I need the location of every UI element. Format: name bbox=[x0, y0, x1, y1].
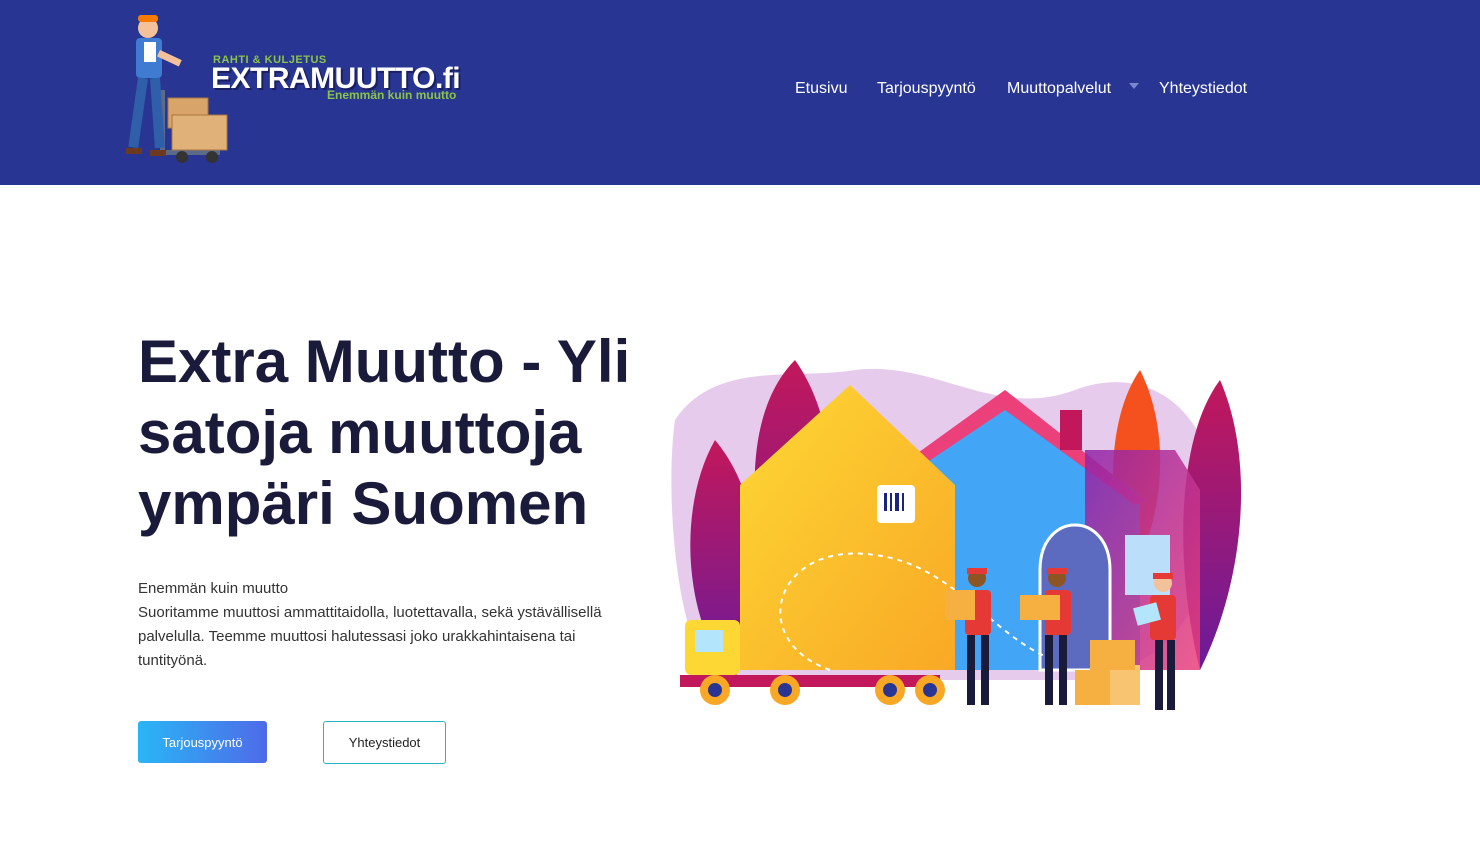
hero-text: Enemmän kuin muutto Suoritamme muuttosi … bbox=[138, 577, 638, 673]
nav-item-yhteystiedot[interactable]: Yhteystiedot bbox=[1159, 80, 1247, 98]
hero-body: Suoritamme muuttosi ammattitaidolla, luo… bbox=[138, 604, 602, 669]
hero-subtitle: Enemmän kuin muutto bbox=[138, 580, 289, 597]
nav-item-muuttopalvelut[interactable]: Muuttopalvelut bbox=[1007, 80, 1111, 98]
dropdown-caret-icon[interactable] bbox=[1129, 83, 1139, 89]
nav-item-tarjouspyynto[interactable]: Tarjouspyyntö bbox=[877, 80, 976, 98]
contact-button[interactable]: Yhteystiedot bbox=[323, 721, 446, 764]
request-quote-button[interactable]: Tarjouspyyntö bbox=[138, 721, 267, 763]
nav-item-etusivu[interactable]: Etusivu bbox=[795, 80, 847, 98]
main-nav: Etusivu Tarjouspyyntö Muuttopalvelut Yht… bbox=[0, 80, 1480, 100]
site-header: RAHTI & KULJETUS EXTRAMUUTTO.fi Enemmän … bbox=[0, 0, 1480, 185]
moving-house-illustration bbox=[671, 360, 1242, 710]
hero-title: Extra Muutto - Yli satoja muuttoja ympär… bbox=[138, 328, 631, 537]
